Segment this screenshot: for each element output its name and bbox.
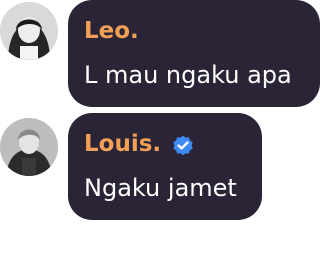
message-text: L mau ngaku apa — [84, 61, 292, 89]
sender-name[interactable]: Louis. — [84, 129, 161, 159]
sender-name[interactable]: Leo. — [84, 16, 139, 46]
avatar-louis[interactable] — [0, 118, 58, 176]
avatar-icon — [0, 118, 58, 176]
message-bubble: Leo. L mau ngaku apa — [68, 0, 320, 107]
sender-line: Leo. — [84, 16, 139, 46]
avatar-icon — [0, 2, 58, 60]
sender-line: Louis. — [84, 129, 195, 159]
message-text: Ngaku jamet — [84, 174, 237, 202]
avatar-leo[interactable] — [0, 2, 58, 60]
verified-badge-icon — [171, 134, 195, 158]
message-bubble: Louis. Ngaku jamet — [68, 113, 262, 220]
